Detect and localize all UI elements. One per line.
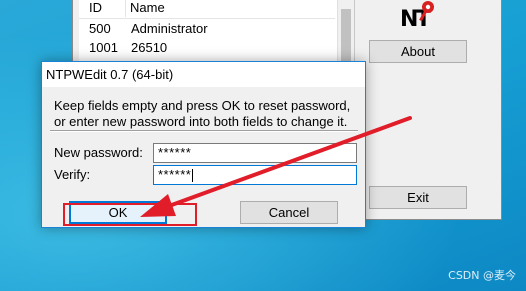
cancel-button[interactable]: Cancel (240, 201, 338, 224)
user-name: 26510 (131, 40, 168, 55)
separator (50, 130, 358, 132)
new-password-field[interactable]: ****** (153, 143, 357, 163)
user-name: Administrator (131, 21, 208, 36)
verify-label: Verify: (54, 167, 91, 182)
new-password-value: ****** (158, 145, 192, 160)
column-header-name[interactable]: Name (125, 0, 165, 17)
text-caret (192, 169, 194, 183)
dialog-title-bar[interactable]: NTPWEdit 0.7 (64-bit) (42, 62, 365, 87)
user-id: 1001 (89, 40, 118, 55)
verify-password-value: ****** (158, 167, 192, 182)
dialog-title: NTPWEdit 0.7 (64-bit) (46, 67, 174, 82)
annotation-highlight-box (63, 203, 197, 226)
scrollbar-thumb[interactable] (341, 9, 351, 69)
list-item[interactable]: 1001 26510 (79, 38, 335, 57)
user-id: 500 (89, 21, 111, 36)
list-header: ID Name (79, 0, 335, 19)
about-button[interactable]: About (369, 40, 467, 63)
instructions-line: Keep fields empty and press OK to reset … (54, 98, 351, 113)
exit-button[interactable]: Exit (369, 186, 467, 209)
verify-password-field[interactable]: ****** (153, 165, 357, 185)
ntpwedit-logo-icon: N T (400, 1, 434, 31)
column-header-id[interactable]: ID (89, 0, 102, 17)
instructions-line: or enter new password into both fields t… (54, 114, 348, 129)
new-password-label: New password: (54, 145, 143, 160)
watermark-text: CSDN @麦今 (448, 269, 516, 282)
instructions-text: Keep fields empty and press OK to reset … (54, 98, 364, 130)
list-item[interactable]: 500 Administrator (79, 19, 335, 38)
